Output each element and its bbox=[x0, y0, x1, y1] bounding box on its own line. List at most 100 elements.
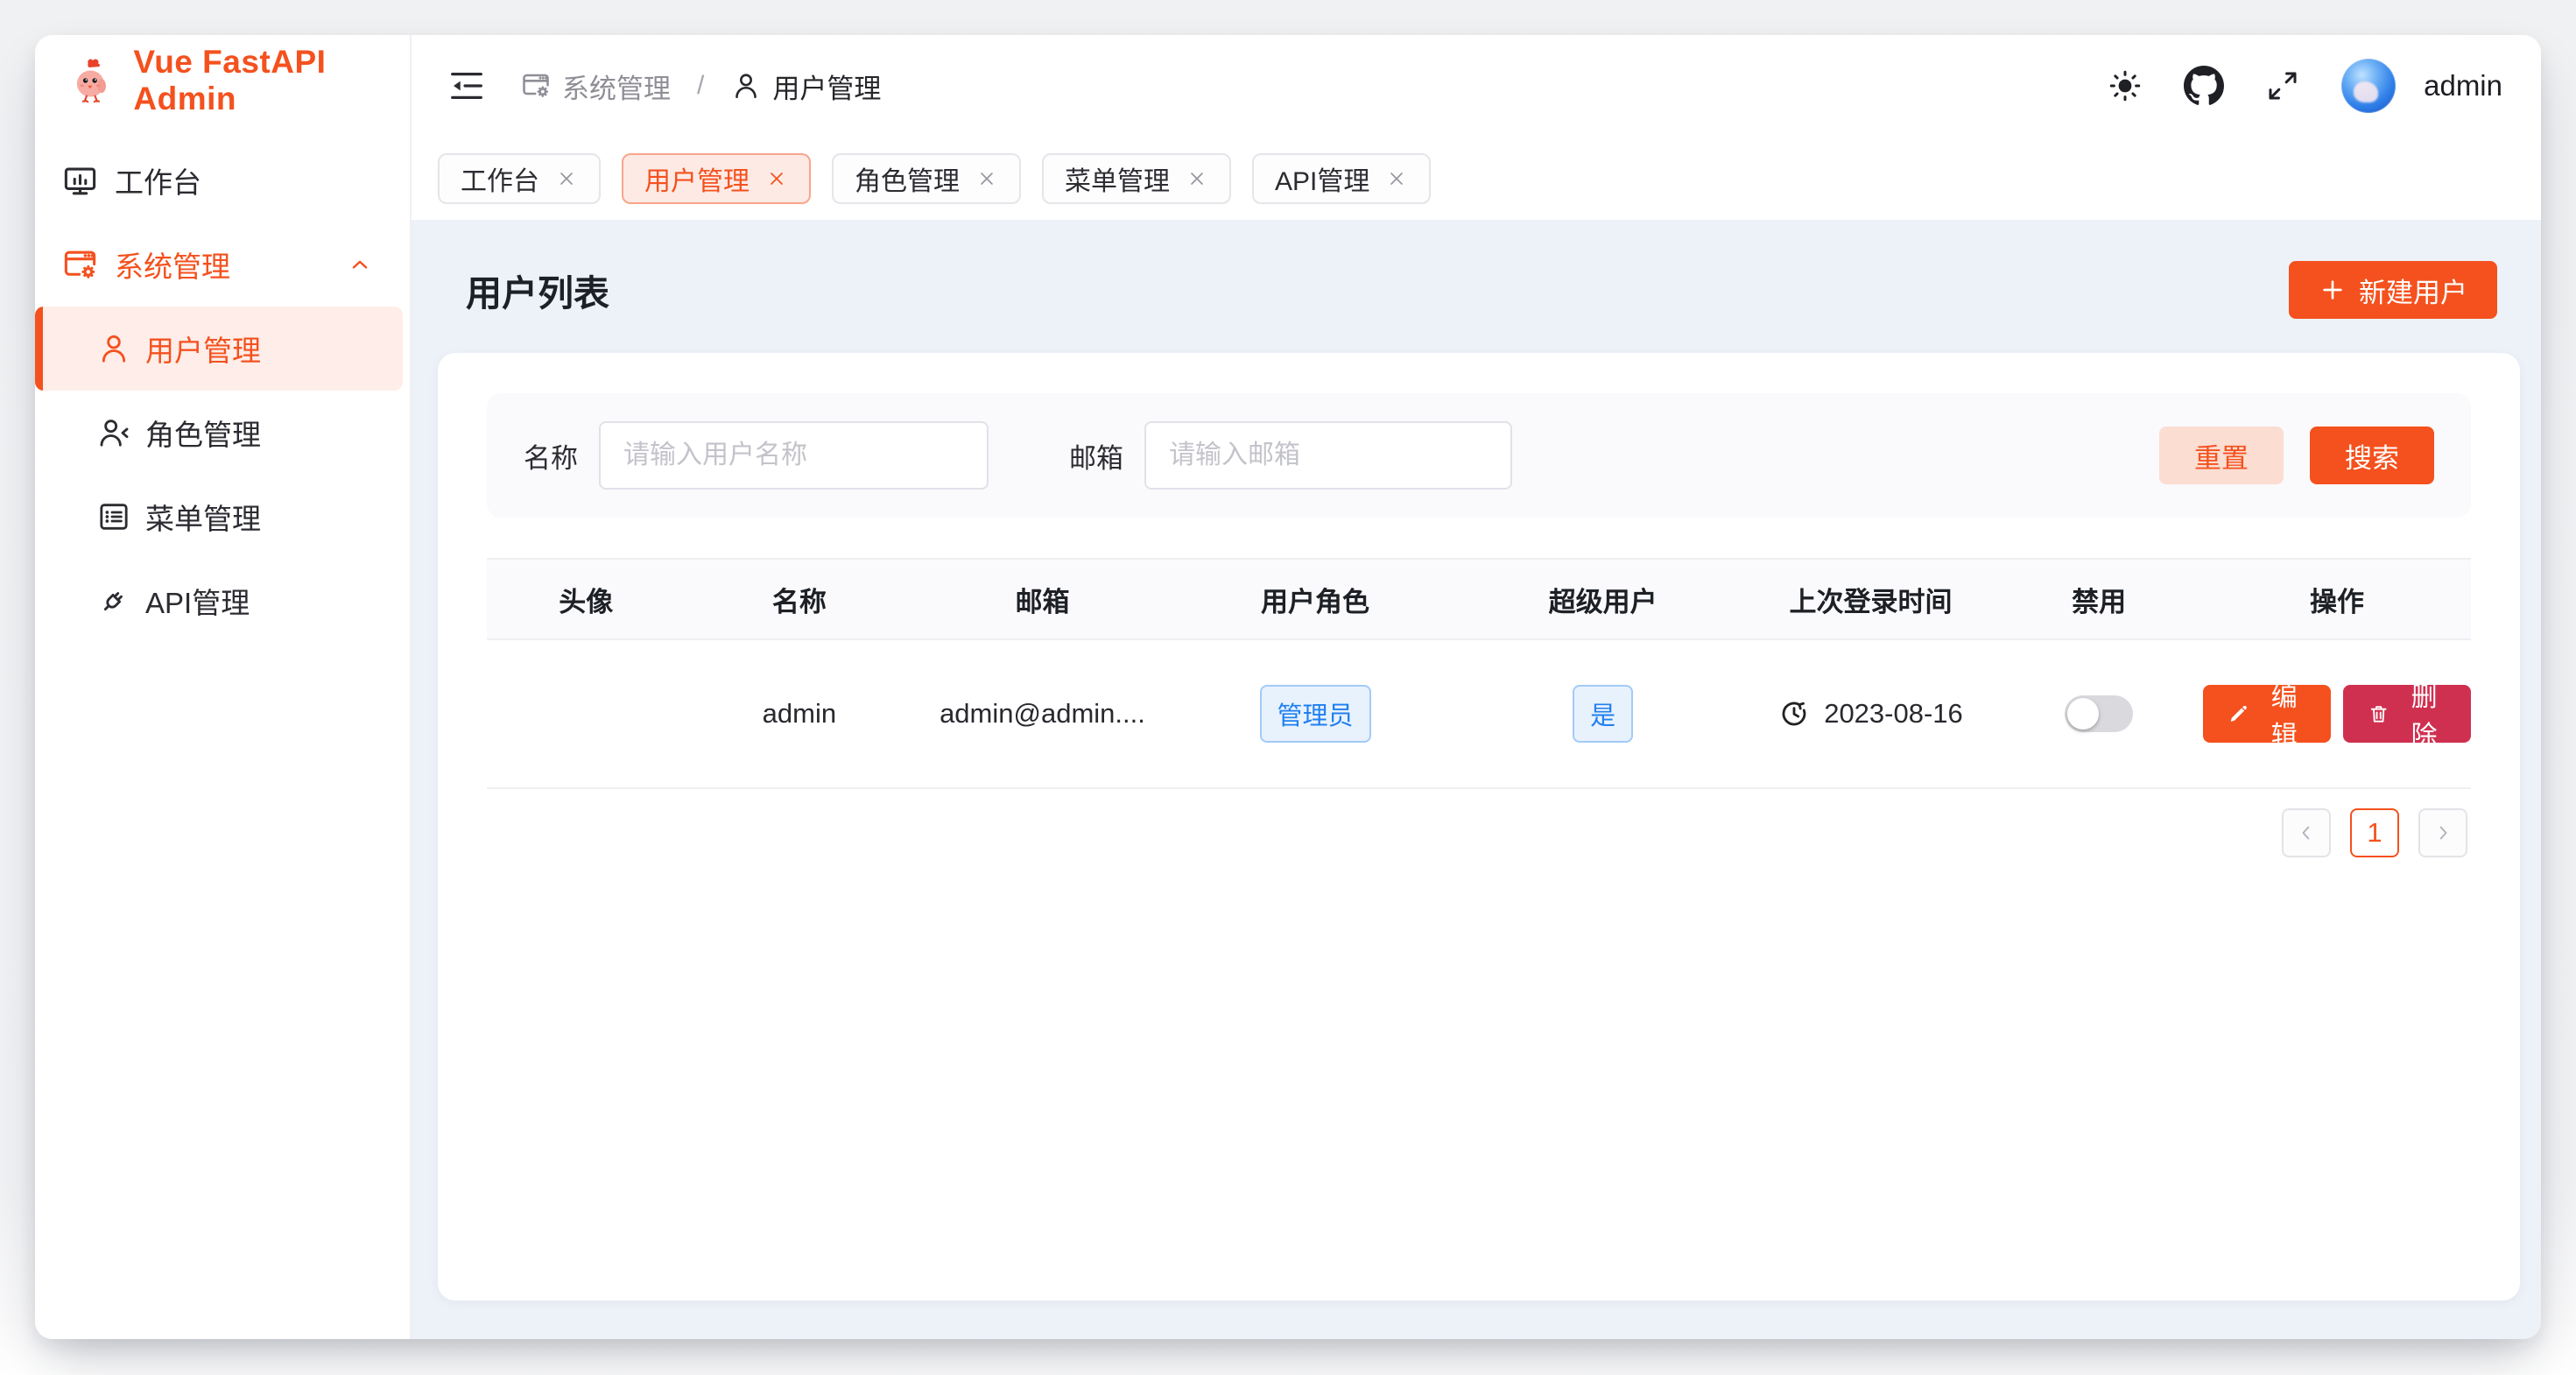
chick-logo-icon bbox=[67, 53, 116, 108]
column-header-disabled: 禁用 bbox=[1995, 559, 2203, 639]
trash-icon bbox=[2368, 701, 2389, 727]
disable-toggle[interactable] bbox=[2065, 695, 2133, 732]
username[interactable]: admin bbox=[2424, 69, 2502, 102]
user-icon bbox=[730, 70, 762, 102]
close-icon[interactable] bbox=[555, 167, 578, 190]
edit-button[interactable]: 编辑 bbox=[2203, 685, 2331, 743]
sidebar-item-apis[interactable]: API管理 bbox=[35, 559, 403, 643]
column-header-name: 名称 bbox=[686, 559, 914, 639]
tabbar: 工作台 用户管理 角色管理 菜单管理 API管理 bbox=[412, 137, 2541, 220]
cell-disabled bbox=[1995, 639, 2203, 788]
pagination-next-button[interactable] bbox=[2418, 808, 2467, 857]
brand-title: Vue FastAPI Admin bbox=[133, 44, 410, 117]
email-filter-input[interactable] bbox=[1144, 421, 1512, 490]
chevron-right-icon bbox=[2431, 821, 2455, 845]
cell-last-login: 2023-08-16 bbox=[1747, 639, 1995, 788]
breadcrumb-item-users[interactable]: 用户管理 bbox=[730, 67, 881, 106]
system-window-gear-icon bbox=[520, 70, 552, 102]
role-tag[interactable]: 管理员 bbox=[1260, 685, 1371, 743]
cell-superuser: 是 bbox=[1459, 639, 1747, 788]
users-table: 头像 名称 邮箱 用户角色 超级用户 上次登录时间 禁用 操作 bbox=[487, 558, 2471, 789]
cell-name: admin bbox=[686, 639, 914, 788]
system-window-gear-icon bbox=[61, 246, 99, 284]
brand[interactable]: Vue FastAPI Admin bbox=[35, 35, 410, 126]
tab-apis[interactable]: API管理 bbox=[1252, 153, 1431, 204]
breadcrumb-separator: / bbox=[697, 71, 704, 101]
toggle-knob bbox=[2067, 698, 2099, 730]
close-icon[interactable] bbox=[975, 167, 998, 190]
sidebar-item-roles[interactable]: 角色管理 bbox=[35, 391, 403, 475]
breadcrumb: 系统管理 / 用户管理 bbox=[520, 67, 881, 106]
email-filter-label: 邮箱 bbox=[1069, 436, 1123, 476]
cell-role: 管理员 bbox=[1172, 639, 1460, 788]
sidebar-item-label: API管理 bbox=[145, 580, 250, 622]
app-window: Vue FastAPI Admin 工作台 系统管理 用户管理 角色管理 bbox=[35, 35, 2541, 1339]
sidebar-menu: 工作台 系统管理 用户管理 角色管理 菜单管理 API管理 bbox=[35, 126, 410, 643]
cell-avatar bbox=[487, 639, 686, 788]
last-login-value: 2023-08-16 bbox=[1824, 698, 1963, 730]
content: 用户列表 新建用户 名称 邮箱 重置 搜索 bbox=[412, 220, 2541, 1339]
api-plug-icon bbox=[96, 583, 131, 618]
tab-workbench[interactable]: 工作台 bbox=[438, 153, 601, 204]
tab-users[interactable]: 用户管理 bbox=[622, 153, 811, 204]
sidebar-item-workbench[interactable]: 工作台 bbox=[35, 138, 410, 222]
sidebar-item-menus[interactable]: 菜单管理 bbox=[35, 475, 403, 559]
table-card: 名称 邮箱 重置 搜索 bbox=[438, 353, 2520, 1301]
page-header: 用户列表 新建用户 bbox=[438, 220, 2520, 325]
column-header-lastlogin: 上次登录时间 bbox=[1747, 559, 1995, 639]
user-icon bbox=[96, 331, 131, 366]
breadcrumb-item-system[interactable]: 系统管理 bbox=[520, 67, 671, 106]
page-title: 用户列表 bbox=[466, 264, 609, 316]
role-icon bbox=[96, 415, 131, 450]
sidebar-item-users[interactable]: 用户管理 bbox=[35, 307, 403, 391]
fullscreen-icon[interactable] bbox=[2264, 67, 2301, 104]
column-header-avatar: 头像 bbox=[487, 559, 686, 639]
clock-history-icon bbox=[1778, 698, 1810, 730]
close-icon[interactable] bbox=[765, 167, 788, 190]
name-filter-label: 名称 bbox=[524, 436, 578, 476]
sidebar-item-label: 系统管理 bbox=[115, 243, 230, 286]
delete-button[interactable]: 删除 bbox=[2343, 685, 2471, 743]
pagination-page-1[interactable]: 1 bbox=[2350, 808, 2399, 857]
tab-roles[interactable]: 角色管理 bbox=[832, 153, 1021, 204]
cell-actions: 编辑 删除 bbox=[2203, 639, 2471, 788]
sidebar-item-label: 用户管理 bbox=[145, 328, 261, 370]
avatar[interactable] bbox=[2341, 59, 2396, 113]
sidebar: Vue FastAPI Admin 工作台 系统管理 用户管理 角色管理 bbox=[35, 35, 412, 1339]
superuser-tag: 是 bbox=[1573, 685, 1633, 743]
filter-actions: 重置 搜索 bbox=[2159, 427, 2434, 484]
chevron-left-icon bbox=[2294, 821, 2319, 845]
tab-menus[interactable]: 菜单管理 bbox=[1042, 153, 1231, 204]
pagination: 1 bbox=[487, 808, 2471, 857]
github-icon[interactable] bbox=[2184, 66, 2224, 106]
sidebar-item-label: 工作台 bbox=[115, 159, 201, 201]
table-row: admin admin@admin.... 管理员 是 bbox=[487, 639, 2471, 788]
chevron-up-icon bbox=[345, 250, 375, 279]
theme-sun-icon[interactable] bbox=[2107, 67, 2143, 104]
topbar-actions: admin bbox=[2107, 59, 2502, 113]
column-header-email: 邮箱 bbox=[913, 559, 1172, 639]
filter-bar: 名称 邮箱 重置 搜索 bbox=[487, 393, 2471, 518]
topbar: 系统管理 / 用户管理 admin bbox=[412, 35, 2541, 137]
pencil-icon bbox=[2228, 701, 2249, 727]
table-header-row: 头像 名称 邮箱 用户角色 超级用户 上次登录时间 禁用 操作 bbox=[487, 559, 2471, 639]
close-icon[interactable] bbox=[1385, 167, 1408, 190]
sidebar-item-label: 角色管理 bbox=[145, 412, 261, 454]
sidebar-item-system[interactable]: 系统管理 bbox=[35, 222, 410, 307]
column-header-superuser: 超级用户 bbox=[1459, 559, 1747, 639]
pagination-prev-button[interactable] bbox=[2282, 808, 2331, 857]
cell-email: admin@admin.... bbox=[913, 639, 1172, 788]
column-header-role: 用户角色 bbox=[1172, 559, 1460, 639]
create-user-button[interactable]: 新建用户 bbox=[2289, 261, 2497, 319]
menu-list-icon bbox=[96, 499, 131, 534]
reset-button[interactable]: 重置 bbox=[2159, 427, 2284, 484]
collapse-sidebar-icon[interactable] bbox=[447, 66, 487, 106]
sidebar-item-label: 菜单管理 bbox=[145, 496, 261, 538]
close-icon[interactable] bbox=[1186, 167, 1208, 190]
search-button[interactable]: 搜索 bbox=[2310, 427, 2434, 484]
email-filter-group: 邮箱 bbox=[1069, 421, 1512, 490]
name-filter-input[interactable] bbox=[599, 421, 989, 490]
plus-icon bbox=[2319, 276, 2347, 304]
monitor-icon bbox=[61, 162, 99, 200]
main-area: 系统管理 / 用户管理 admin 工作台 bbox=[412, 35, 2541, 1339]
